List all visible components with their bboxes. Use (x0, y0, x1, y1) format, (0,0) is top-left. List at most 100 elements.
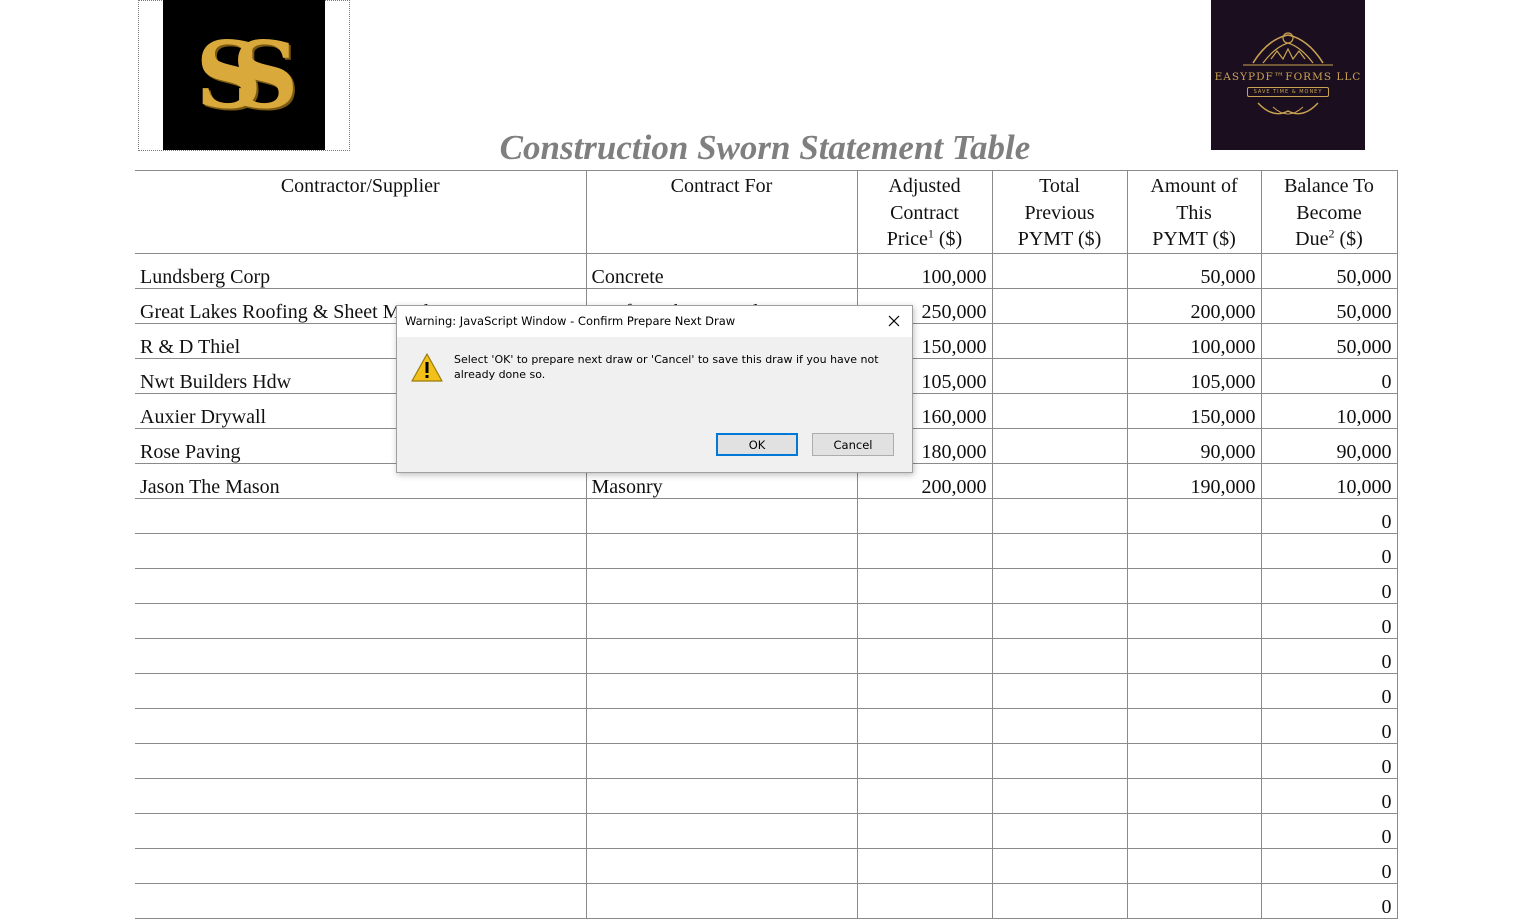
cell-this-pymt[interactable]: 50,000 (1126, 252, 1262, 289)
cell-previous[interactable] (991, 322, 1128, 359)
cell-previous[interactable] (991, 742, 1128, 779)
cell-previous[interactable] (991, 427, 1128, 464)
cell-adjusted[interactable] (856, 672, 993, 709)
cell-balance[interactable]: 50,000 (1260, 252, 1398, 289)
cell-adjusted[interactable] (856, 602, 993, 639)
cell-balance[interactable]: 90,000 (1260, 427, 1398, 464)
cell-this-pymt[interactable]: 105,000 (1126, 357, 1262, 394)
cell-previous[interactable] (991, 672, 1128, 709)
cell-this-pymt[interactable]: 200,000 (1126, 287, 1262, 324)
cell-contractor[interactable] (135, 497, 587, 534)
cell-contractor[interactable] (135, 742, 587, 779)
cell-this-pymt[interactable]: 90,000 (1126, 427, 1262, 464)
cell-this-pymt[interactable]: 150,000 (1126, 392, 1262, 429)
cell-adjusted[interactable] (856, 707, 993, 744)
cell-previous[interactable] (991, 287, 1128, 324)
cell-contract-for[interactable]: Concrete (585, 252, 858, 289)
cell-contract-for[interactable] (585, 707, 858, 744)
cell-contract-for[interactable] (585, 847, 858, 884)
cell-this-pymt[interactable] (1126, 777, 1262, 814)
cell-balance[interactable]: 0 (1260, 602, 1398, 639)
cell-adjusted[interactable] (856, 777, 993, 814)
cell-adjusted[interactable] (856, 847, 993, 884)
cell-this-pymt[interactable] (1126, 847, 1262, 884)
cell-adjusted[interactable] (856, 567, 993, 604)
cell-contractor[interactable] (135, 847, 587, 884)
cell-previous[interactable] (991, 602, 1128, 639)
cell-contractor[interactable] (135, 882, 587, 919)
cell-contract-for[interactable] (585, 567, 858, 604)
cell-previous[interactable] (991, 812, 1128, 849)
cell-contractor[interactable] (135, 567, 587, 604)
cell-contractor[interactable] (135, 532, 587, 569)
cell-previous[interactable] (991, 462, 1128, 499)
cell-adjusted[interactable] (856, 812, 993, 849)
cell-previous[interactable] (991, 777, 1128, 814)
cell-contractor[interactable] (135, 637, 587, 674)
cell-this-pymt[interactable]: 100,000 (1126, 322, 1262, 359)
cell-balance[interactable]: 10,000 (1260, 462, 1398, 499)
cell-this-pymt[interactable] (1126, 602, 1262, 639)
cell-contract-for[interactable] (585, 777, 858, 814)
cell-balance[interactable]: 0 (1260, 777, 1398, 814)
cell-balance[interactable]: 0 (1260, 497, 1398, 534)
cell-previous[interactable] (991, 637, 1128, 674)
ok-button[interactable]: OK (716, 433, 798, 456)
cell-previous[interactable] (991, 847, 1128, 884)
cell-adjusted[interactable] (856, 497, 993, 534)
cell-balance[interactable]: 0 (1260, 742, 1398, 779)
cell-contract-for[interactable] (585, 637, 858, 674)
cell-this-pymt[interactable] (1126, 497, 1262, 534)
cell-balance[interactable]: 0 (1260, 882, 1398, 919)
cell-balance[interactable]: 0 (1260, 637, 1398, 674)
cell-balance[interactable]: 0 (1260, 532, 1398, 569)
crown-icon (1243, 32, 1333, 66)
cell-contractor[interactable] (135, 812, 587, 849)
cell-balance[interactable]: 0 (1260, 847, 1398, 884)
cell-this-pymt[interactable]: 190,000 (1126, 462, 1262, 499)
cell-contractor[interactable] (135, 672, 587, 709)
cell-balance[interactable]: 0 (1260, 812, 1398, 849)
cell-balance[interactable]: 0 (1260, 707, 1398, 744)
cell-this-pymt[interactable] (1126, 672, 1262, 709)
close-icon[interactable] (884, 311, 904, 331)
cell-adjusted[interactable]: 100,000 (856, 252, 993, 289)
cell-previous[interactable] (991, 252, 1128, 289)
cell-balance[interactable]: 50,000 (1260, 322, 1398, 359)
cell-previous[interactable] (991, 882, 1128, 919)
cell-adjusted[interactable] (856, 742, 993, 779)
cell-previous[interactable] (991, 567, 1128, 604)
cell-balance[interactable]: 0 (1260, 672, 1398, 709)
cell-this-pymt[interactable] (1126, 637, 1262, 674)
cell-adjusted[interactable] (856, 532, 993, 569)
cell-this-pymt[interactable] (1126, 742, 1262, 779)
cell-balance[interactable]: 50,000 (1260, 287, 1398, 324)
cell-this-pymt[interactable] (1126, 882, 1262, 919)
cell-this-pymt[interactable] (1126, 567, 1262, 604)
cell-this-pymt[interactable] (1126, 812, 1262, 849)
cell-previous[interactable] (991, 532, 1128, 569)
cell-this-pymt[interactable] (1126, 532, 1262, 569)
cell-balance[interactable]: 0 (1260, 357, 1398, 394)
cell-contractor[interactable] (135, 707, 587, 744)
cell-balance[interactable]: 0 (1260, 567, 1398, 604)
cell-previous[interactable] (991, 497, 1128, 534)
cell-previous[interactable] (991, 357, 1128, 394)
cell-contract-for[interactable] (585, 497, 858, 534)
cell-contract-for[interactable] (585, 742, 858, 779)
cell-contract-for[interactable] (585, 602, 858, 639)
cell-contract-for[interactable] (585, 882, 858, 919)
cell-contractor[interactable] (135, 777, 587, 814)
cell-contractor[interactable]: Lundsberg Corp (135, 252, 587, 289)
cell-previous[interactable] (991, 707, 1128, 744)
cell-contract-for[interactable] (585, 532, 858, 569)
cancel-button[interactable]: Cancel (812, 433, 894, 456)
cell-adjusted[interactable] (856, 882, 993, 919)
cell-balance[interactable]: 10,000 (1260, 392, 1398, 429)
cell-adjusted[interactable] (856, 637, 993, 674)
cell-contract-for[interactable] (585, 672, 858, 709)
cell-contract-for[interactable] (585, 812, 858, 849)
cell-contractor[interactable] (135, 602, 587, 639)
cell-this-pymt[interactable] (1126, 707, 1262, 744)
cell-previous[interactable] (991, 392, 1128, 429)
